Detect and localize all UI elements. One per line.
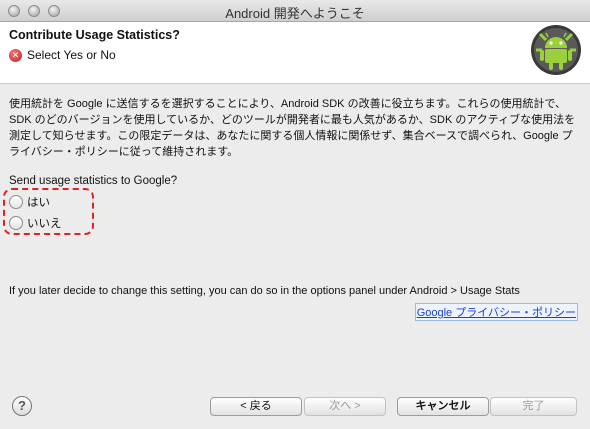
header-message: Select Yes or No (27, 48, 116, 62)
privacy-policy-link[interactable]: Google プライバシー・ポリシー (414, 303, 578, 321)
finish-button[interactable]: 完了 (490, 397, 577, 416)
usage-description: 使用統計を Google に送信するを選択することにより、Android SDK… (9, 96, 581, 160)
settings-note: If you later decide to change this setti… (9, 285, 520, 297)
radio-button-yes[interactable] (9, 195, 23, 209)
description-line: SDK のどのバージョンを使用しているか、どのツールが開発者に最も人気があるか、… (9, 114, 576, 126)
radio-button-no[interactable] (9, 216, 23, 230)
radio-label-yes: はい (27, 197, 50, 209)
description-line: ライバシー・ポリシーに従って維持されます。 (9, 146, 239, 158)
window-title: Android 開発へようこそ (225, 6, 365, 21)
radio-option-no[interactable]: いいえ (9, 215, 62, 231)
help-icon[interactable]: ? (12, 396, 32, 416)
next-button[interactable]: 次へ > (304, 397, 386, 416)
error-icon: ✕ (9, 49, 22, 62)
page-title: Contribute Usage Statistics? (9, 28, 180, 42)
radio-label-no: いいえ (27, 218, 62, 230)
cancel-button[interactable]: キャンセル (397, 397, 489, 416)
back-button[interactable]: < 戻る (210, 397, 302, 416)
description-line: 測定して知らせます。この限定データは、あなたに関する個人情報に関係せず、集合ベー… (9, 130, 573, 142)
wizard-header: Contribute Usage Statistics? ✕ Select Ye… (0, 22, 590, 84)
description-line: 使用統計を Google に送信するを選択することにより、Android SDK… (9, 98, 567, 110)
android-logo-icon (531, 25, 581, 75)
window-title-bar: Android 開発へようこそ (0, 0, 590, 22)
usage-question: Send usage statistics to Google? (9, 175, 178, 187)
radio-option-yes[interactable]: はい (9, 194, 50, 210)
